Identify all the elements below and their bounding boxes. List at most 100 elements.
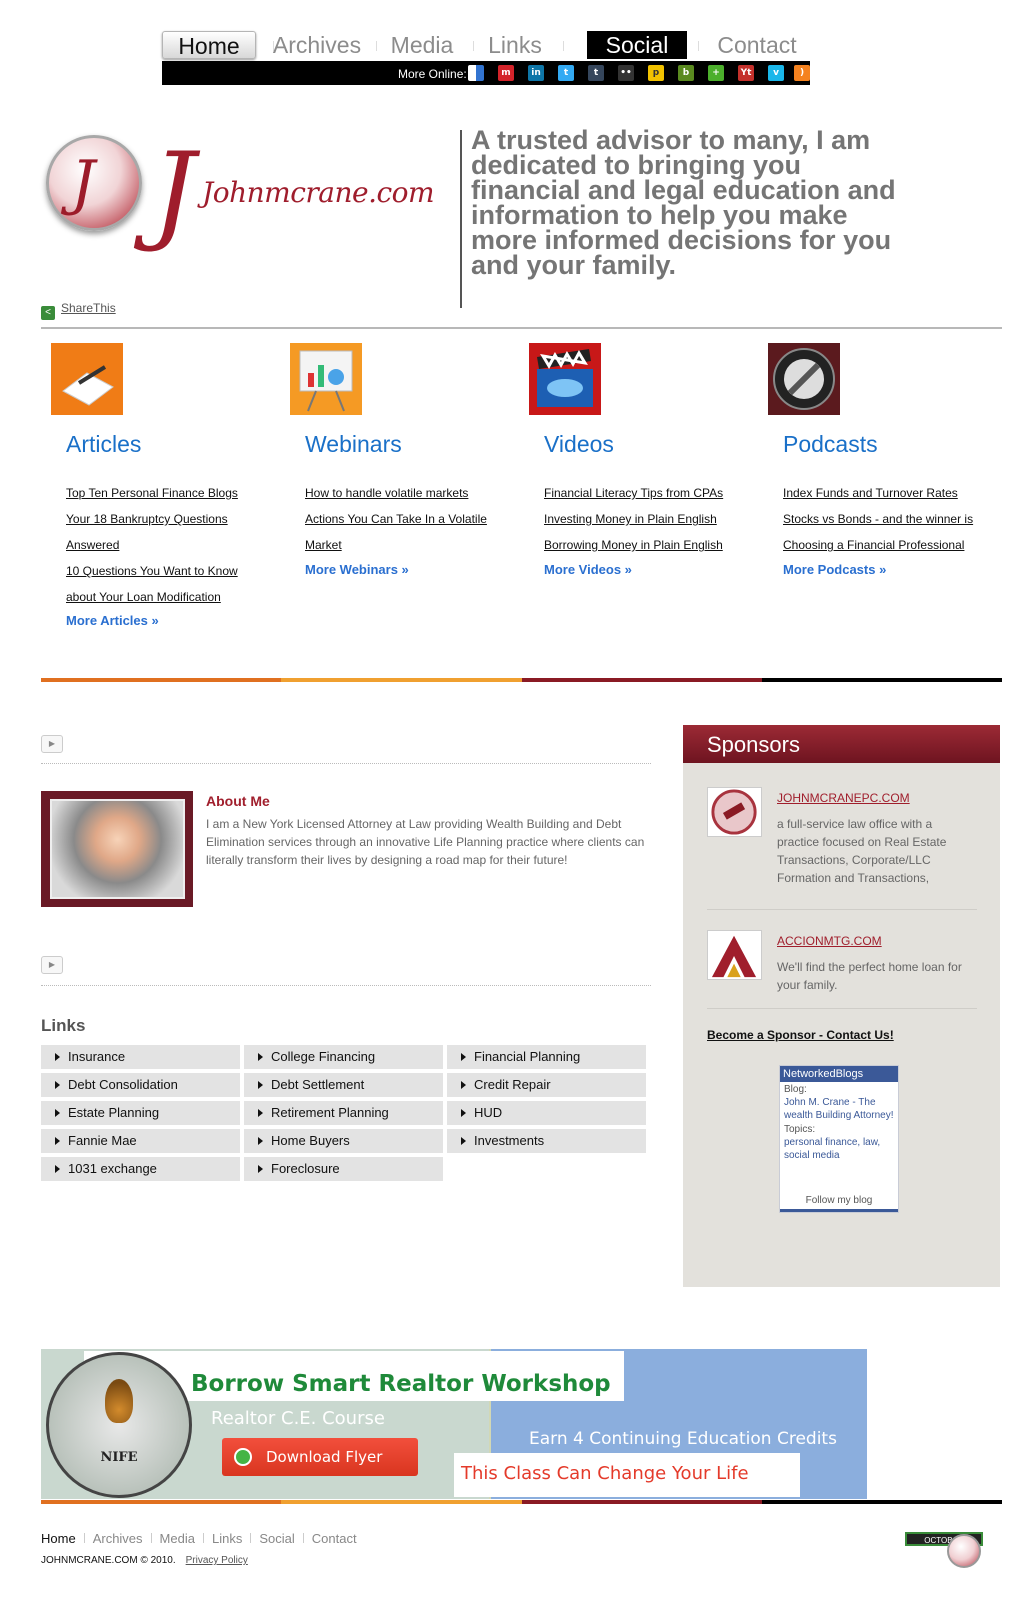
link-debt-settlement[interactable]: Debt Settlement bbox=[244, 1073, 443, 1097]
octobot-badge[interactable]: OCTOBOT bbox=[905, 1530, 985, 1570]
link-hud[interactable]: HUD bbox=[447, 1101, 646, 1125]
link-debt-consolidation[interactable]: Debt Consolidation bbox=[41, 1073, 240, 1097]
check-icon bbox=[234, 1448, 252, 1466]
column-title[interactable]: Webinars bbox=[305, 431, 402, 458]
topics-label: Topics: bbox=[784, 1124, 816, 1135]
nav-links[interactable]: Links bbox=[476, 31, 554, 59]
video-link[interactable]: Borrowing Money in Plain English bbox=[544, 532, 744, 558]
sponsor-name[interactable]: JOHNMCRANEPC.COM bbox=[777, 791, 910, 805]
topics-links[interactable]: personal finance, law, social media bbox=[780, 1136, 898, 1162]
clapperboard-icon bbox=[529, 343, 601, 415]
linkedin-icon[interactable]: in bbox=[528, 65, 544, 81]
column-title[interactable]: Podcasts bbox=[783, 431, 878, 458]
nav-separator bbox=[563, 41, 564, 51]
twitter-icon[interactable]: t bbox=[558, 65, 574, 81]
nav-archives[interactable]: Archives bbox=[270, 31, 364, 59]
footer-media[interactable]: Media bbox=[160, 1531, 195, 1546]
webinar-link[interactable]: How to handle volatile markets bbox=[305, 480, 505, 506]
sponsors-panel: Sponsors JOHNMCRANEPC.COM a full-service… bbox=[683, 725, 1000, 1287]
nav-media[interactable]: Media bbox=[380, 31, 464, 59]
podcast-link[interactable]: Choosing a Financial Professional bbox=[783, 532, 983, 558]
sponsor-divider bbox=[707, 909, 977, 910]
video-link[interactable]: Investing Money in Plain English bbox=[544, 506, 744, 532]
nav-separator bbox=[473, 41, 474, 51]
follow-blog-link[interactable]: Follow my blog bbox=[780, 1195, 898, 1206]
mixx-icon[interactable]: m bbox=[498, 65, 514, 81]
nav-contact[interactable]: Contact bbox=[707, 31, 807, 59]
sponsor-name[interactable]: ACCIONMTG.COM bbox=[777, 934, 882, 948]
link-financial-planning[interactable]: Financial Planning bbox=[447, 1045, 646, 1069]
become-sponsor-link[interactable]: Become a Sponsor - Contact Us! bbox=[707, 1028, 894, 1042]
gavel-logo-icon[interactable] bbox=[707, 787, 762, 837]
expand-button[interactable]: ▶ bbox=[41, 956, 63, 974]
youtube-icon[interactable]: Yt bbox=[738, 65, 754, 81]
link-college-financing[interactable]: College Financing bbox=[244, 1045, 443, 1069]
article-link[interactable]: Your 18 Bankruptcy Questions Answered bbox=[66, 506, 266, 558]
more-online-label: More Online: bbox=[398, 67, 467, 81]
logo-text: Johnmcrane.com bbox=[202, 176, 435, 209]
article-link[interactable]: 10 Questions You Want to Know about Your… bbox=[66, 558, 266, 610]
privacy-policy-link[interactable]: Privacy Policy bbox=[186, 1555, 248, 1566]
more-videos-link[interactable]: More Videos » bbox=[544, 562, 632, 577]
torch-flame-icon bbox=[105, 1379, 133, 1423]
download-flyer-button[interactable]: Download Flyer bbox=[222, 1438, 418, 1476]
google-plus-icon[interactable]: + bbox=[708, 65, 724, 81]
dotted-divider bbox=[41, 985, 651, 986]
nav-social[interactable]: Social bbox=[587, 31, 687, 59]
networked-blogs-widget[interactable]: NetworkedBlogs Blog: John M. Crane - The… bbox=[779, 1065, 899, 1213]
house-logo-icon[interactable] bbox=[707, 930, 762, 980]
webinar-link[interactable]: Actions You Can Take In a Volatile Marke… bbox=[305, 506, 505, 558]
blog-label: Blog: bbox=[784, 1084, 807, 1095]
link-insurance[interactable]: Insurance bbox=[41, 1045, 240, 1069]
rss-icon[interactable]: ) bbox=[794, 65, 810, 81]
seal-text: NIFE bbox=[100, 1450, 138, 1465]
portrait-image bbox=[50, 799, 185, 899]
blog-link[interactable]: John M. Crane - The wealth Building Atto… bbox=[780, 1096, 898, 1122]
nav-home[interactable]: Home bbox=[162, 31, 256, 59]
logo-badge-icon[interactable]: J bbox=[46, 135, 142, 231]
podcast-link[interactable]: Index Funds and Turnover Rates bbox=[783, 480, 983, 506]
banner-credits: Earn 4 Continuing Education Credits bbox=[529, 1429, 837, 1449]
footer-social[interactable]: Social bbox=[259, 1531, 294, 1546]
footer-home[interactable]: Home bbox=[41, 1531, 76, 1546]
main-nav: Home Archives Media Links Social Contact bbox=[162, 31, 810, 61]
link-estate-planning[interactable]: Estate Planning bbox=[41, 1101, 240, 1125]
presentation-easel-icon bbox=[290, 343, 362, 415]
workshop-banner[interactable]: NIFE Borrow Smart Realtor Workshop Realt… bbox=[41, 1349, 867, 1499]
brightkite-icon[interactable]: b bbox=[678, 65, 694, 81]
link-investments[interactable]: Investments bbox=[447, 1129, 646, 1153]
video-link[interactable]: Financial Literacy Tips from CPAs bbox=[544, 480, 744, 506]
microphone-icon bbox=[768, 343, 840, 415]
plurk-icon[interactable]: p bbox=[648, 65, 664, 81]
delicious-icon[interactable] bbox=[468, 65, 484, 81]
tumblr-icon[interactable]: t bbox=[588, 65, 604, 81]
footer-contact[interactable]: Contact bbox=[312, 1531, 357, 1546]
share-icon: < bbox=[41, 306, 55, 320]
column-title[interactable]: Videos bbox=[544, 431, 614, 458]
link-foreclosure[interactable]: Foreclosure bbox=[244, 1157, 443, 1181]
about-photo bbox=[41, 791, 193, 907]
link-home-buyers[interactable]: Home Buyers bbox=[244, 1129, 443, 1153]
more-podcasts-link[interactable]: More Podcasts » bbox=[783, 562, 886, 577]
link-credit-repair[interactable]: Credit Repair bbox=[447, 1073, 646, 1097]
link-retirement-planning[interactable]: Retirement Planning bbox=[244, 1101, 443, 1125]
site-logo[interactable]: J Johnmcrane.com bbox=[150, 130, 450, 270]
expand-button[interactable]: ▶ bbox=[41, 735, 63, 753]
link-1031-exchange[interactable]: 1031 exchange bbox=[41, 1157, 240, 1181]
flickr-icon[interactable]: •• bbox=[618, 65, 634, 81]
links-title: Links bbox=[41, 1016, 86, 1035]
link-fannie-mae[interactable]: Fannie Mae bbox=[41, 1129, 240, 1153]
more-webinars-link[interactable]: More Webinars » bbox=[305, 562, 409, 577]
banner-headline: Borrow Smart Realtor Workshop bbox=[191, 1371, 611, 1397]
header-divider bbox=[460, 130, 462, 308]
sharethis-link[interactable]: < ShareThis bbox=[41, 301, 116, 320]
about-title: About Me bbox=[206, 793, 270, 809]
more-articles-link[interactable]: More Articles » bbox=[66, 613, 159, 628]
more-online-bar: More Online: m in t t •• p b + Yt v ) bbox=[162, 61, 810, 85]
podcast-link[interactable]: Stocks vs Bonds - and the winner is bbox=[783, 506, 983, 532]
column-title[interactable]: Articles bbox=[66, 431, 141, 458]
vimeo-icon[interactable]: v bbox=[768, 65, 784, 81]
footer-archives[interactable]: Archives bbox=[93, 1531, 143, 1546]
footer-links[interactable]: Links bbox=[212, 1531, 242, 1546]
article-link[interactable]: Top Ten Personal Finance Blogs bbox=[66, 480, 266, 506]
